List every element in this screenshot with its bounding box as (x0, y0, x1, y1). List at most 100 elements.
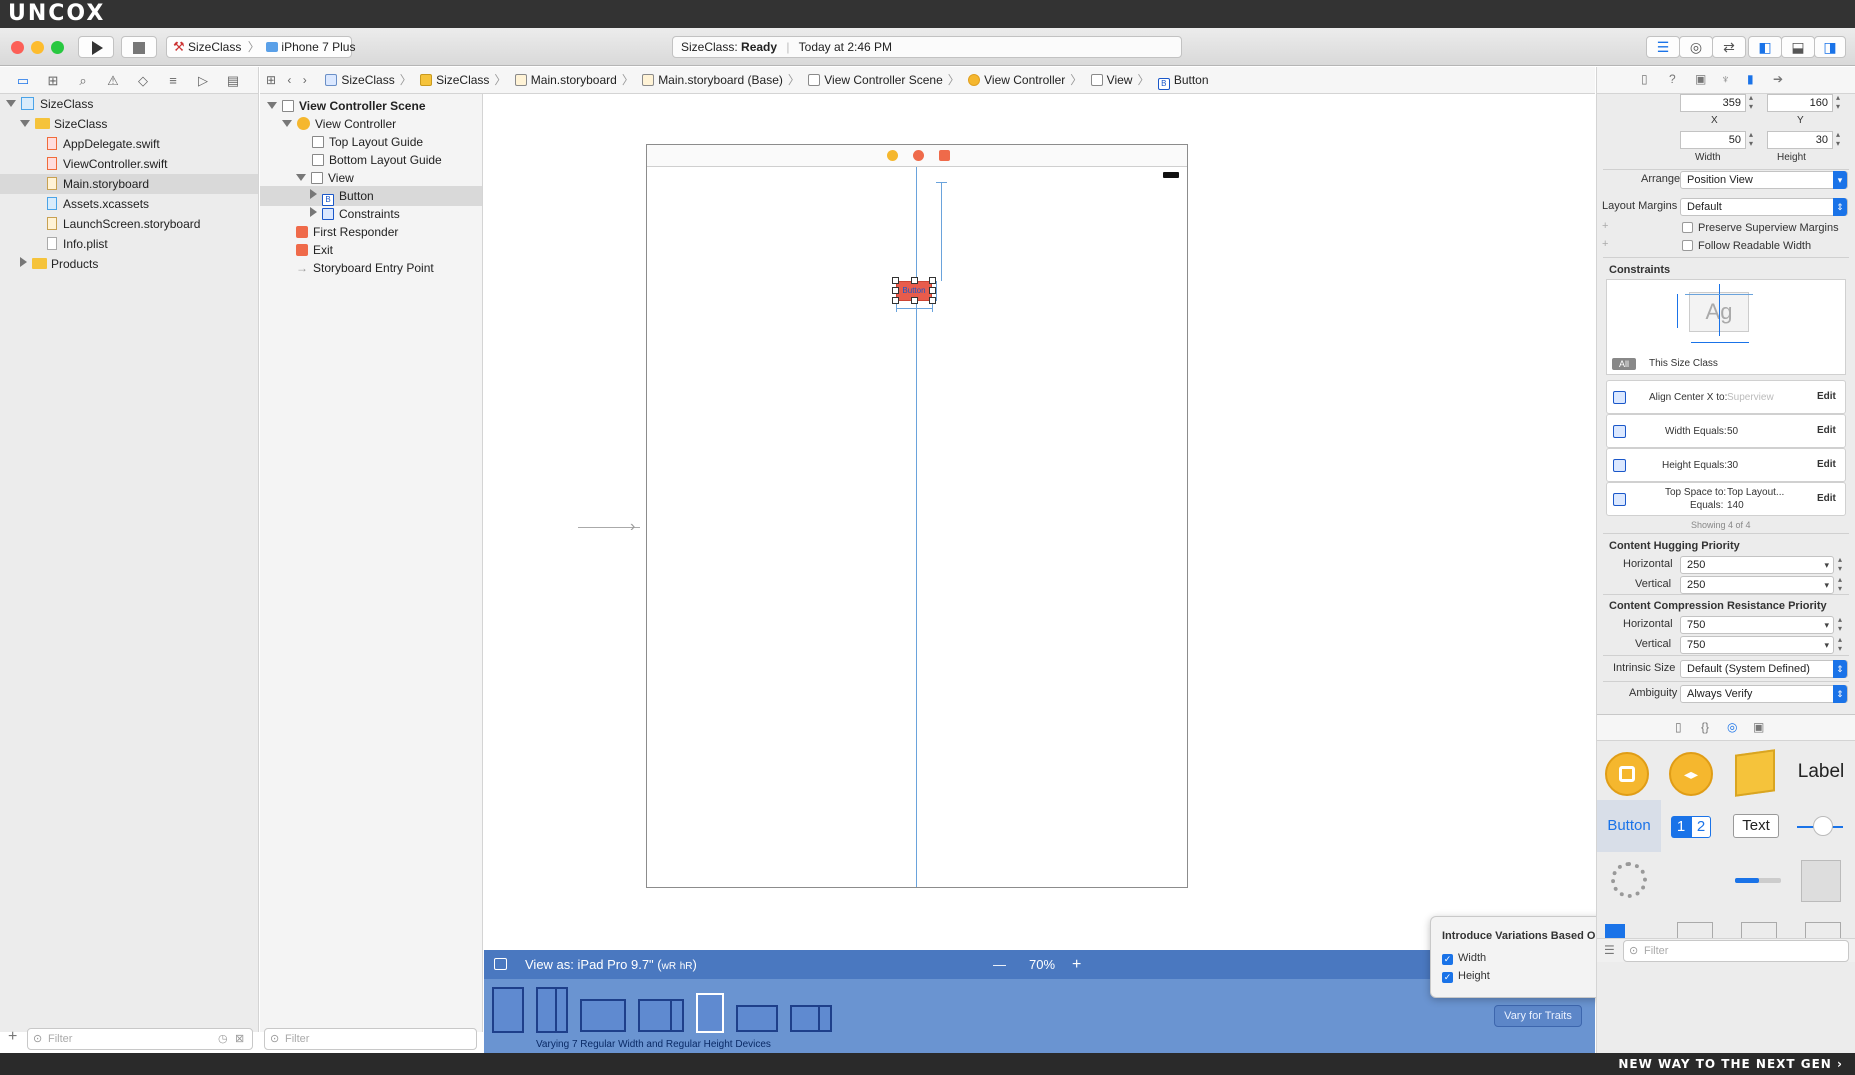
back-icon[interactable]: ‹ (287, 73, 291, 87)
nav-item-file[interactable]: Assets.xcassets (0, 194, 258, 214)
file-inspector-tab[interactable]: ▯ (1641, 72, 1648, 86)
readable-width-checkbox[interactable]: Follow Readable Width (1682, 240, 1811, 252)
x-field[interactable]: 359 (1680, 94, 1746, 112)
disclosure-open-icon[interactable] (296, 174, 306, 181)
library-progress-view[interactable] (1597, 854, 1661, 906)
segment-all[interactable]: All (1612, 358, 1636, 370)
constraint-top-space[interactable]: Top Space to: Top Layout... Equals: 140 … (1606, 482, 1846, 516)
jump-item-scene[interactable]: View Controller Scene (824, 73, 943, 87)
outline-top-layout-guide[interactable]: Top Layout Guide (260, 132, 482, 152)
device-ipad-landscape-split-2[interactable] (790, 1005, 832, 1032)
nav-item-file[interactable]: Info.plist (0, 234, 258, 254)
navigator-filter-input[interactable]: Filter ⊙ ◷ ⊠ (27, 1028, 253, 1050)
stop-button[interactable] (121, 36, 157, 58)
size-inspector-tab[interactable]: ▮ (1747, 72, 1754, 86)
library-view-controller[interactable] (1597, 746, 1661, 798)
device-name[interactable]: iPhone 7 Plus (281, 40, 355, 54)
library-page-view-controller[interactable]: ◂▸ (1661, 746, 1725, 798)
disclosure-closed-icon[interactable] (310, 207, 317, 217)
stepper[interactable]: ▴ ▾ (1838, 575, 1842, 593)
nav-item-file[interactable]: LaunchScreen.storyboard (0, 214, 258, 234)
compression-horizontal-field[interactable]: 750 ▾ (1680, 616, 1834, 634)
resize-handle[interactable] (892, 277, 899, 284)
resize-handle[interactable] (911, 297, 918, 304)
device-ipad-pro-12-portrait[interactable] (492, 987, 524, 1033)
device-ipad-landscape-split[interactable] (638, 999, 684, 1032)
stepper[interactable]: ▴ ▾ (1838, 555, 1842, 573)
forward-icon[interactable]: › (303, 73, 307, 87)
width-checkbox[interactable]: ✓ Width (1442, 952, 1486, 965)
debug-navigator-tab[interactable]: ≡ (164, 72, 182, 90)
edit-button[interactable]: Edit (1817, 493, 1836, 504)
scheme-selector[interactable]: ⚒ SizeClass 〉 iPhone 7 Plus (166, 36, 355, 58)
add-variation-icon[interactable]: + (1602, 238, 1608, 250)
resize-handle[interactable] (929, 297, 936, 304)
constraint-align-center-x[interactable]: Align Center X to: Superview Edit (1606, 380, 1846, 414)
resize-handle[interactable] (892, 297, 899, 304)
height-constraint[interactable] (936, 281, 937, 301)
version-editor-button[interactable]: ⇄ (1712, 36, 1746, 58)
constraint-height-equals[interactable]: Height Equals: 30 Edit (1606, 448, 1846, 482)
zoom-level[interactable]: 70% (1029, 950, 1055, 979)
disclosure-open-icon[interactable] (267, 102, 277, 109)
x-stepper[interactable]: ▴ ▾ (1749, 93, 1753, 111)
breakpoint-navigator-tab[interactable]: ▷ (194, 72, 212, 90)
jump-item-file[interactable]: Main.storyboard (531, 73, 617, 87)
library-label[interactable]: Label (1789, 746, 1853, 798)
nav-item-project[interactable]: SizeClass (0, 94, 258, 114)
test-navigator-tab[interactable]: ◇ (134, 72, 152, 90)
device-ipad-pro-9-selected[interactable] (696, 993, 724, 1033)
layout-margins-popup[interactable]: Default ⇕ (1680, 198, 1848, 216)
identity-inspector-tab[interactable]: ▣ (1695, 72, 1706, 86)
run-button[interactable] (78, 36, 114, 58)
disclosure-open-icon[interactable] (6, 100, 16, 107)
minimize-window-button[interactable] (31, 41, 44, 54)
stepper[interactable]: ▴ ▾ (1838, 615, 1842, 633)
attributes-inspector-tab[interactable]: ♆ (1721, 72, 1730, 86)
view-controller-dock-icon[interactable] (887, 150, 898, 161)
project-navigator-tab[interactable]: ▭ (14, 72, 32, 90)
media-library-tab[interactable]: ▣ (1753, 720, 1764, 734)
library-button[interactable]: Button (1597, 800, 1661, 852)
outline-filter-input[interactable]: Filter ⊙ (264, 1028, 477, 1050)
object-library-tab[interactable]: ◎ (1727, 720, 1737, 734)
standard-editor-button[interactable]: ☰ (1646, 36, 1680, 58)
outline-button-selected[interactable]: B Button (260, 186, 482, 206)
y-stepper[interactable]: ▴ ▾ (1836, 93, 1840, 111)
device-ipad-landscape[interactable] (736, 1005, 778, 1032)
exit-dock-icon[interactable] (939, 150, 950, 161)
nav-item-file-selected[interactable]: Main.storyboard (0, 174, 258, 194)
report-navigator-tab[interactable]: ▤ (224, 72, 242, 90)
disclosure-closed-icon[interactable] (20, 257, 27, 267)
jump-item-view[interactable]: View (1107, 73, 1133, 87)
nav-item-group[interactable]: Products (0, 254, 258, 274)
toggle-navigator-button[interactable]: ◧ (1748, 36, 1782, 58)
jump-item-button[interactable]: Button (1174, 73, 1209, 87)
preserve-margins-checkbox[interactable]: Preserve Superview Margins (1682, 222, 1839, 234)
assistant-editor-button[interactable]: ◎ (1679, 36, 1713, 58)
outline-first-responder[interactable]: First Responder (260, 222, 482, 242)
hugging-horizontal-field[interactable]: 250 ▾ (1680, 556, 1834, 574)
width-stepper[interactable]: ▴ ▾ (1749, 130, 1753, 148)
grid-icon[interactable]: ⊞ (266, 73, 276, 87)
disclosure-closed-icon[interactable] (310, 189, 317, 199)
library-page-control[interactable] (1789, 854, 1853, 906)
toggle-debug-area-button[interactable]: ⬓ (1781, 36, 1815, 58)
first-responder-dock-icon[interactable] (913, 150, 924, 161)
quick-help-tab[interactable]: ? (1669, 72, 1676, 86)
library-object[interactable] (1725, 746, 1789, 798)
outline-view-controller[interactable]: View Controller (260, 114, 482, 134)
edit-button[interactable]: Edit (1817, 425, 1836, 436)
toggle-utilities-button[interactable]: ◨ (1814, 36, 1846, 58)
stepper[interactable]: ▴ ▾ (1838, 635, 1842, 653)
scm-filter-icon[interactable]: ⊠ (235, 1029, 244, 1049)
view-as-label[interactable]: View as: iPad Pro 9.7" (wR hR) (525, 950, 697, 981)
intrinsic-size-popup[interactable]: Default (System Defined) ⇕ (1680, 660, 1848, 678)
jump-item-localization[interactable]: Main.storyboard (Base) (658, 73, 783, 87)
outline-constraints[interactable]: Constraints (260, 204, 482, 224)
height-stepper[interactable]: ▴ ▾ (1836, 130, 1840, 148)
resize-handle[interactable] (929, 277, 936, 284)
nav-item-group[interactable]: SizeClass (0, 114, 258, 134)
list-view-icon[interactable]: ☰ (1604, 943, 1615, 957)
nav-item-file[interactable]: AppDelegate.swift (0, 134, 258, 154)
